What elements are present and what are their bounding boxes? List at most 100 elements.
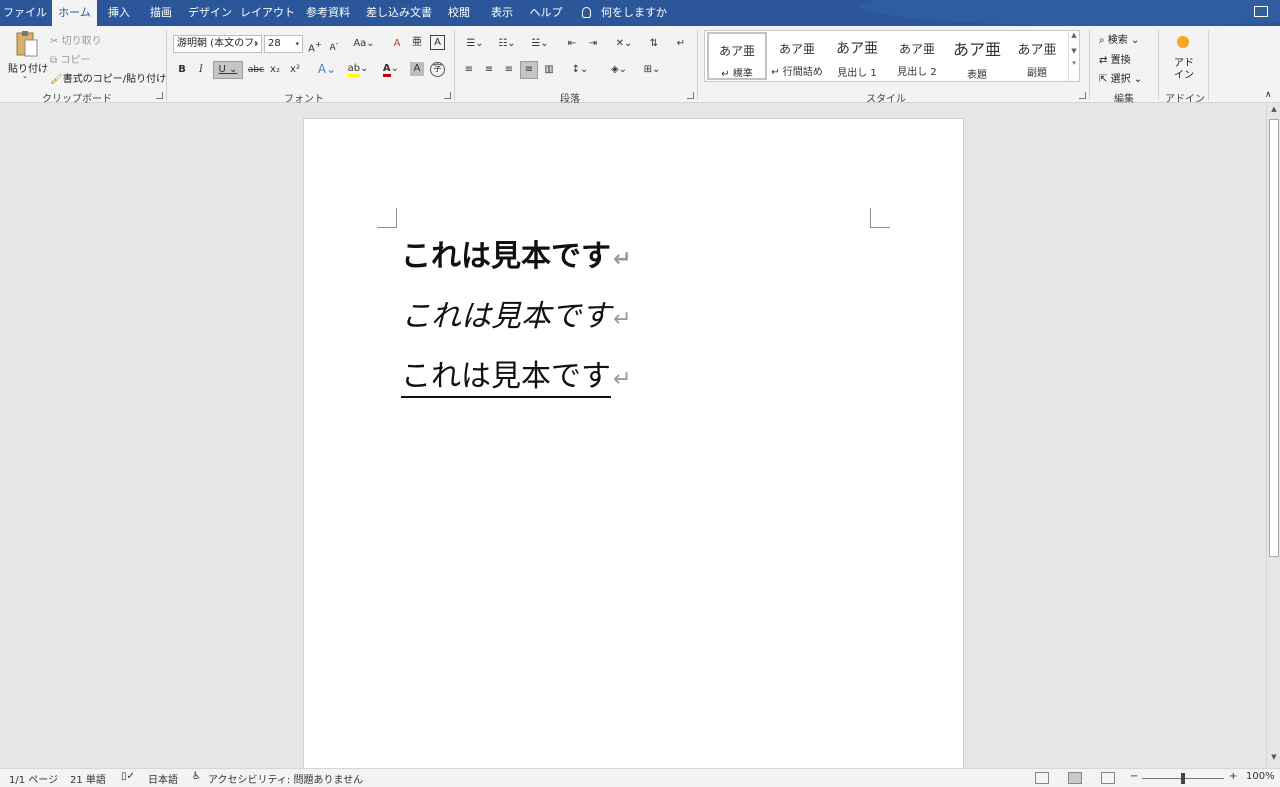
collapse-ribbon-icon[interactable]: ∧ [1265,90,1272,100]
shading-icon[interactable]: ◈⌄ [605,62,633,78]
separator [1089,30,1090,100]
line-text: これは見本です [401,239,611,274]
zoom-slider-thumb[interactable] [1181,773,1185,784]
addin-button[interactable]: アド イン [1172,58,1196,82]
style-heading-2[interactable]: あア亜 見出し 2 [887,32,947,80]
tell-me-box[interactable]: 何をしますか [582,0,667,26]
decrease-indent-icon[interactable]: ⇤ [564,36,580,52]
italic-button[interactable]: I [195,62,207,78]
replace-button[interactable]: ⇄ 置換 [1099,51,1131,66]
underline-button[interactable]: U ⌄ [213,61,243,79]
copy-button[interactable]: ⧉ コピー [50,51,90,66]
shrink-font-icon[interactable]: A- [327,36,341,56]
style-name: 表題 [967,70,987,81]
style-normal[interactable]: あア亜 ↵ 標準 [707,32,767,80]
comments-icon[interactable] [1254,6,1268,17]
zoom-out-icon[interactable]: − [1130,771,1138,782]
separator [697,30,698,100]
bullets-icon[interactable]: ☰⌄ [462,36,488,52]
document-page[interactable]: これは見本です↵ これは見本です↵ これは見本です↵ [303,118,964,778]
styles-launcher-icon[interactable] [1079,92,1086,99]
font-size-combo[interactable]: 28 ▾ [264,35,303,53]
clear-formatting-icon[interactable]: A [390,36,404,52]
grow-font-icon[interactable]: A+ [308,36,322,57]
more-icon[interactable]: ▾ [1069,59,1079,67]
text-effects-icon[interactable]: A⌄ [314,61,340,77]
paste-icon[interactable] [12,30,40,58]
align-right-icon[interactable]: ≡ [502,62,516,78]
align-left-icon[interactable]: ≡ [462,62,476,78]
numbering-icon[interactable]: ☷⌄ [494,36,520,52]
tab-view[interactable]: 表示 [484,0,520,26]
scrollbar-thumb[interactable] [1269,119,1279,557]
style-heading-1[interactable]: あア亜 見出し 1 [827,32,887,80]
addin-icon[interactable] [1177,36,1189,48]
tab-mailings[interactable]: 差し込み文書 [362,0,436,26]
style-subtitle[interactable]: あア亜 副題 [1007,32,1067,80]
style-title[interactable]: あア亜 表題 [947,32,1007,81]
tab-layout[interactable]: レイアウト [240,0,295,26]
zoom-in-icon[interactable]: + [1229,771,1237,782]
font-launcher-icon[interactable] [444,92,451,99]
superscript-button[interactable]: x² [288,62,302,78]
tab-home[interactable]: ホーム [52,0,97,26]
paste-button[interactable]: 貼り付け [8,60,48,75]
print-layout-icon[interactable] [1068,772,1082,784]
highlight-color-icon[interactable]: ab⌄ [344,61,372,77]
chevron-up-icon[interactable]: ▲ [1069,31,1079,39]
language-indicator[interactable]: 日本語 [148,771,178,786]
bold-button[interactable]: B [176,62,188,78]
separator [1158,30,1159,100]
tab-help[interactable]: ヘルプ [526,0,566,26]
asian-layout-icon[interactable]: ✕⌄ [611,36,637,52]
select-button[interactable]: ⇱ 選択 ⌄ [1099,70,1142,85]
font-color-icon[interactable]: A⌄ [378,61,404,77]
italic-text-line[interactable]: これは見本です↵ [401,298,631,339]
subscript-button[interactable]: x₂ [268,62,282,78]
zoom-level[interactable]: 100% [1246,771,1275,782]
proofing-icon[interactable]: ▯✓ [121,771,135,782]
paste-dropdown-icon[interactable]: ⌄ [22,72,28,80]
justify-icon[interactable]: ≡ [520,61,538,79]
underline-text-line[interactable]: これは見本です↵ [401,358,631,399]
character-shading-icon[interactable]: A [410,62,424,76]
page-count[interactable]: 1/1 ページ [9,771,58,786]
paragraph-launcher-icon[interactable] [687,92,694,99]
styles-gallery-scroll[interactable]: ▲ ▼ ▾ [1068,31,1079,81]
font-name-combo[interactable]: 游明朝 (本文のフ: ▾ [173,35,262,53]
align-center-icon[interactable]: ≡ [482,62,496,78]
vertical-scrollbar[interactable]: ▲ ▼ [1266,103,1280,768]
distributed-icon[interactable]: ▥ [542,62,556,78]
find-button[interactable]: ⌕ 検索 ⌄ [1099,31,1139,46]
tab-draw[interactable]: 描画 [143,0,179,26]
enclosed-character-icon[interactable]: 字 [430,62,445,77]
accessibility-icon[interactable]: ♿ [192,771,201,782]
accessibility-status[interactable]: アクセシビリティ: 問題ありません [208,771,363,786]
strikethrough-button[interactable]: abc [247,62,265,78]
sort-icon[interactable]: ⇅ [646,36,662,52]
tab-references[interactable]: 参考資料 [300,0,356,26]
chevron-down-icon[interactable]: ▼ [1069,47,1079,55]
scroll-down-icon[interactable]: ▼ [1269,753,1279,765]
style-no-spacing[interactable]: あア亜 ↵ 行間詰め [767,32,827,80]
read-mode-icon[interactable] [1035,772,1049,784]
tab-insert[interactable]: 挿入 [101,0,137,26]
character-border-icon[interactable]: A [430,35,445,50]
increase-indent-icon[interactable]: ⇥ [585,36,601,52]
word-count[interactable]: 21 単語 [70,771,106,786]
change-case-button[interactable]: Aa⌄ [351,36,377,52]
line-spacing-icon[interactable]: ↕⌄ [567,62,593,78]
cut-button[interactable]: ✂ 切り取り [50,32,102,47]
tab-file[interactable]: ファイル [0,0,50,26]
scroll-up-icon[interactable]: ▲ [1269,105,1279,117]
tab-design[interactable]: デザイン [186,0,234,26]
web-layout-icon[interactable] [1101,772,1115,784]
tab-review[interactable]: 校閲 [442,0,476,26]
multilevel-list-icon[interactable]: ☱⌄ [527,36,553,52]
bold-text-line[interactable]: これは見本です↵ [401,238,631,279]
borders-icon[interactable]: ⊞⌄ [638,62,666,78]
format-painter-button[interactable]: 🖌書式のコピー/貼り付け [50,70,166,85]
clipboard-launcher-icon[interactable] [156,92,163,99]
show-formatting-marks-icon[interactable]: ↵ [673,36,689,52]
phonetic-guide-icon[interactable]: 亜 [410,35,424,51]
